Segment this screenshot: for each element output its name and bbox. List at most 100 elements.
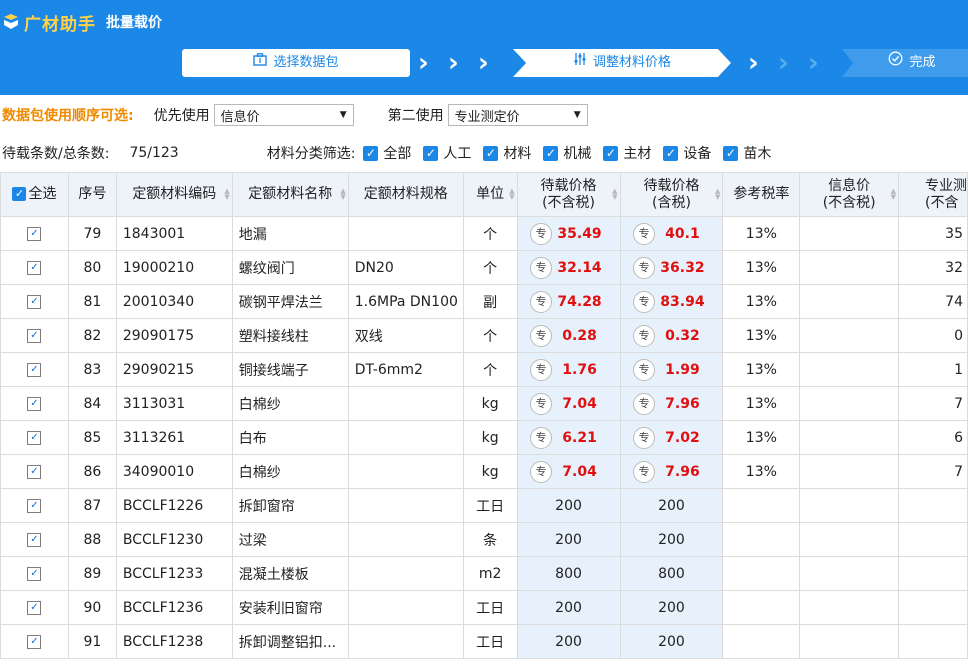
sort-icon[interactable]: ▲ ▼ <box>340 188 345 201</box>
cell-price-in-tax[interactable]: 专 7.96 <box>619 454 724 489</box>
row-checkbox-cell[interactable]: ✓ <box>0 420 69 455</box>
select-all-checkbox[interactable]: ✓ 全选 <box>0 172 69 217</box>
pro-source-tag[interactable]: 专 <box>530 290 553 313</box>
table-row[interactable]: ✓ 89 BCCLF1233 混凝土楼板 m2 800 800 <box>0 556 968 591</box>
row-checkbox[interactable]: ✓ <box>27 600 42 615</box>
col-header-pro-price[interactable]: 专业测 (不含 <box>898 172 968 217</box>
cell-price-in-tax[interactable]: 专 36.32 <box>619 250 724 285</box>
sort-icon[interactable]: ▲ ▼ <box>509 188 514 201</box>
filter-seedling-checkbox[interactable]: ✓ 苗木 <box>723 143 771 163</box>
cell-price-ex-tax[interactable]: 200 <box>516 624 621 659</box>
cell-price-ex-tax[interactable]: 专 7.04 <box>516 454 621 489</box>
row-checkbox[interactable]: ✓ <box>27 464 42 479</box>
table-row[interactable]: ✓ 83 29090215 铜接线端子 DT-6mm2 个专 1.76 专 1.99 13% 1 <box>0 352 968 387</box>
cell-price-ex-tax[interactable]: 专 35.49 <box>516 216 621 251</box>
sort-icon[interactable]: ▲ ▼ <box>224 188 229 201</box>
col-header-unit[interactable]: 单位 ▲ ▼ <box>462 172 518 217</box>
pro-source-tag[interactable]: 专 <box>530 256 553 279</box>
row-checkbox-cell[interactable]: ✓ <box>0 590 69 625</box>
row-checkbox-cell[interactable]: ✓ <box>0 216 69 251</box>
pro-source-tag[interactable]: 专 <box>632 290 655 313</box>
pro-source-tag[interactable]: 专 <box>530 358 553 381</box>
filter-labor-checkbox[interactable]: ✓ 人工 <box>423 143 471 163</box>
row-checkbox-cell[interactable]: ✓ <box>0 250 69 285</box>
col-header-price-in-tax[interactable]: 待载价格 (含税) ▲ ▼ <box>619 172 724 217</box>
cell-price-in-tax[interactable]: 专 1.99 <box>619 352 724 387</box>
cell-price-in-tax[interactable]: 专 7.96 <box>619 386 724 421</box>
row-checkbox[interactable]: ✓ <box>27 566 42 581</box>
row-checkbox-cell[interactable]: ✓ <box>0 352 69 387</box>
table-row[interactable]: ✓ 85 3113261 白布 kg 专 6.21 专 7.02 13% 6 <box>0 420 968 455</box>
row-checkbox-cell[interactable]: ✓ <box>0 522 69 557</box>
step-select-package[interactable]: 选择数据包 <box>182 49 410 77</box>
pro-source-tag[interactable]: 专 <box>530 460 553 483</box>
table-row[interactable]: ✓ 90 BCCLF1236 安装利旧窗帘 工日 200 200 <box>0 590 968 625</box>
pro-source-tag[interactable]: 专 <box>632 358 655 381</box>
row-checkbox-cell[interactable]: ✓ <box>0 386 69 421</box>
col-header-seq[interactable]: 序号 <box>67 172 117 217</box>
filter-main-material-checkbox[interactable]: ✓ 主材 <box>603 143 651 163</box>
col-header-name[interactable]: 定额材料名称 ▲ ▼ <box>231 172 349 217</box>
cell-price-in-tax[interactable]: 800 <box>619 556 724 591</box>
cell-price-ex-tax[interactable]: 专 7.04 <box>516 386 621 421</box>
row-checkbox[interactable]: ✓ <box>27 634 42 649</box>
step-adjust-prices[interactable]: 调整材料价格 <box>513 49 731 77</box>
cell-price-in-tax[interactable]: 200 <box>619 488 724 523</box>
cell-price-ex-tax[interactable]: 200 <box>516 590 621 625</box>
row-checkbox[interactable]: ✓ <box>27 226 42 241</box>
table-row[interactable]: ✓ 80 19000210 螺纹阀门 DN20 个专 32.14 专 36.32 13% 32 <box>0 250 968 285</box>
cell-price-in-tax[interactable]: 200 <box>619 624 724 659</box>
row-checkbox[interactable]: ✓ <box>27 362 42 377</box>
pro-source-tag[interactable]: 专 <box>632 426 655 449</box>
row-checkbox-cell[interactable]: ✓ <box>0 488 69 523</box>
row-checkbox[interactable]: ✓ <box>27 294 42 309</box>
table-row[interactable]: ✓ 88 BCCLF1230 过梁 条 200 200 <box>0 522 968 557</box>
first-priority-select[interactable]: 信息价 ▼ <box>213 104 354 126</box>
pro-source-tag[interactable]: 专 <box>530 324 553 347</box>
table-row[interactable]: ✓ 82 29090175 塑料接线柱 双线个专 0.28 专 0.32 13% 0 <box>0 318 968 353</box>
row-checkbox-cell[interactable]: ✓ <box>0 284 69 319</box>
row-checkbox[interactable]: ✓ <box>27 328 42 343</box>
second-priority-select[interactable]: 专业测定价 ▼ <box>447 104 588 126</box>
sort-icon[interactable]: ▲ ▼ <box>612 188 617 201</box>
step-finish[interactable]: 完成 <box>842 49 968 77</box>
cell-price-in-tax[interactable]: 专 0.32 <box>619 318 724 353</box>
cell-price-ex-tax[interactable]: 专 6.21 <box>516 420 621 455</box>
filter-machine-checkbox[interactable]: ✓ 机械 <box>543 143 591 163</box>
cell-price-in-tax[interactable]: 专 83.94 <box>619 284 724 319</box>
table-row[interactable]: ✓ 86 34090010 白棉纱 kg 专 7.04 专 7.96 13% 7 <box>0 454 968 489</box>
cell-price-in-tax[interactable]: 200 <box>619 590 724 625</box>
pro-source-tag[interactable]: 专 <box>530 222 553 245</box>
pro-source-tag[interactable]: 专 <box>632 256 655 279</box>
cell-price-ex-tax[interactable]: 专 32.14 <box>516 250 621 285</box>
pro-source-tag[interactable]: 专 <box>632 222 655 245</box>
col-header-spec[interactable]: 定额材料规格 <box>347 172 464 217</box>
cell-price-ex-tax[interactable]: 200 <box>516 522 621 557</box>
filter-equipment-checkbox[interactable]: ✓ 设备 <box>663 143 711 163</box>
cell-price-in-tax[interactable]: 专 7.02 <box>619 420 724 455</box>
table-row[interactable]: ✓ 91 BCCLF1238 拆卸调整铝扣... 工日 200 200 <box>0 624 968 659</box>
pro-source-tag[interactable]: 专 <box>632 460 655 483</box>
pro-source-tag[interactable]: 专 <box>632 324 655 347</box>
filter-all-checkbox[interactable]: ✓ 全部 <box>363 143 411 163</box>
pro-source-tag[interactable]: 专 <box>632 392 655 415</box>
table-row[interactable]: ✓ 81 20010340 碳钢平焊法兰 1.6MPa DN100 副专 74.28 专 83.… <box>0 284 968 319</box>
cell-price-in-tax[interactable]: 200 <box>619 522 724 557</box>
row-checkbox-cell[interactable]: ✓ <box>0 318 69 353</box>
row-checkbox[interactable]: ✓ <box>27 260 42 275</box>
table-row[interactable]: ✓ 87 BCCLF1226 拆卸窗帘 工日 200 200 <box>0 488 968 523</box>
cell-price-ex-tax[interactable]: 专 74.28 <box>516 284 621 319</box>
col-header-info-price[interactable]: 信息价 (不含税) ▲ ▼ <box>799 172 900 217</box>
row-checkbox[interactable]: ✓ <box>27 498 42 513</box>
table-row[interactable]: ✓ 84 3113031 白棉纱 kg 专 7.04 专 7.96 13% 7 <box>0 386 968 421</box>
pro-source-tag[interactable]: 专 <box>530 392 553 415</box>
row-checkbox-cell[interactable]: ✓ <box>0 624 69 659</box>
cell-price-ex-tax[interactable]: 专 0.28 <box>516 318 621 353</box>
col-header-price-ex-tax[interactable]: 待载价格 (不含税) ▲ ▼ <box>516 172 621 217</box>
filter-material-checkbox[interactable]: ✓ 材料 <box>483 143 531 163</box>
cell-price-in-tax[interactable]: 专 40.1 <box>619 216 724 251</box>
row-checkbox-cell[interactable]: ✓ <box>0 556 69 591</box>
cell-price-ex-tax[interactable]: 专 1.76 <box>516 352 621 387</box>
col-header-code[interactable]: 定额材料编码 ▲ ▼ <box>115 172 233 217</box>
pro-source-tag[interactable]: 专 <box>530 426 553 449</box>
